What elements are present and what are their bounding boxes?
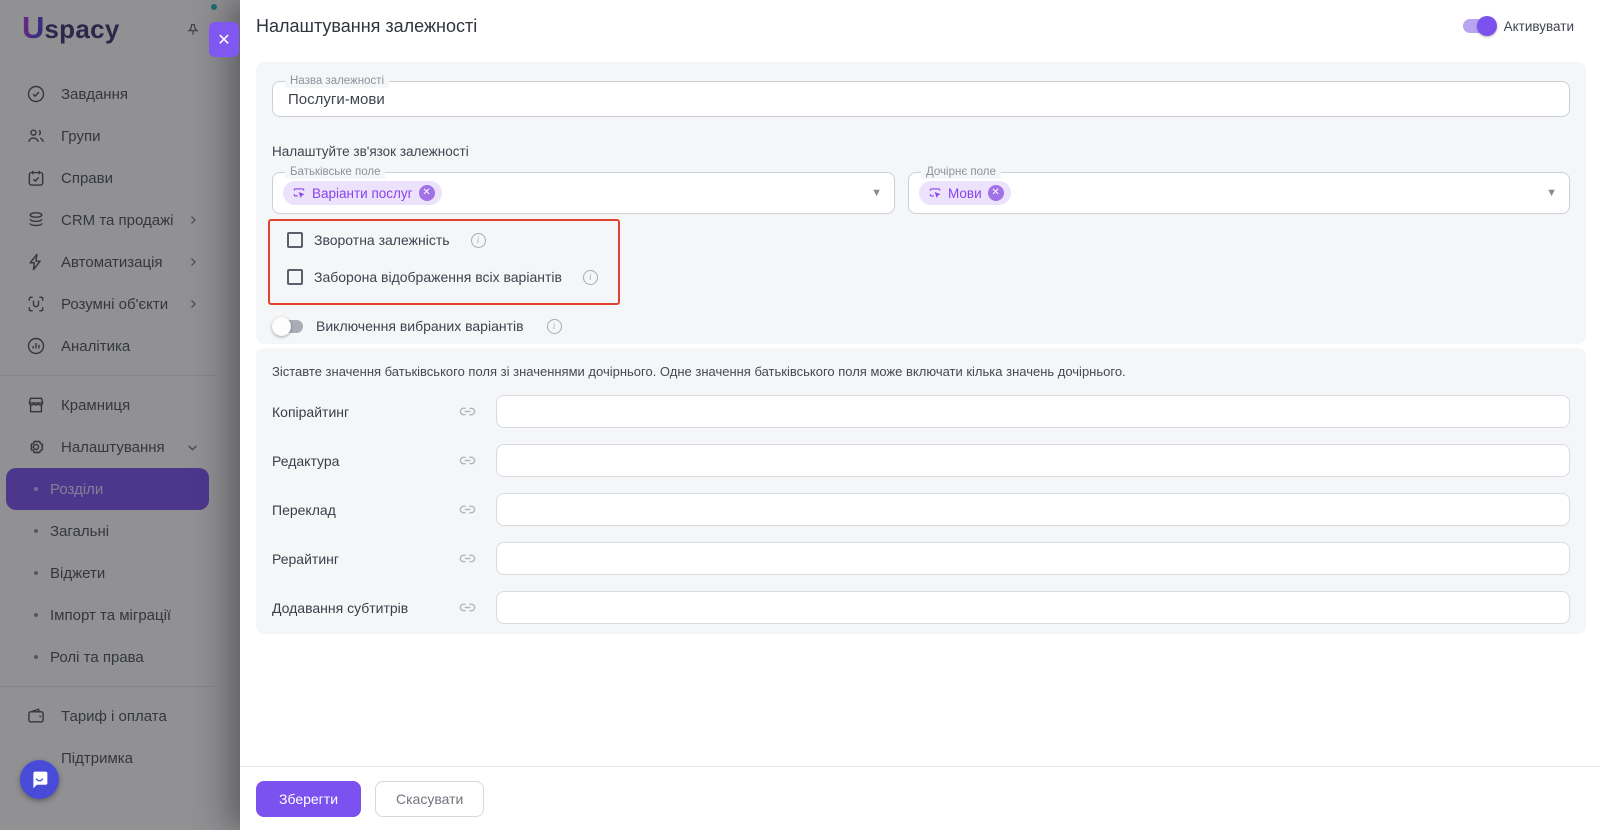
mapping-values-input[interactable] [496, 444, 1570, 477]
modal-backdrop[interactable] [0, 0, 240, 830]
info-icon[interactable]: i [546, 318, 562, 334]
support-chat-button[interactable] [20, 760, 59, 799]
mapping-row-translation: Переклад [272, 493, 1570, 526]
relation-fields-row: Батьківське поле Варіанти послуг ✕ ▼ Доч… [272, 165, 1570, 214]
activate-toggle-group[interactable]: Активувати [1462, 16, 1574, 36]
dependency-config-card: Назва залежності Послуги-мови Налаштуйте… [256, 62, 1586, 344]
mapping-row-label: Рерайтинг [272, 550, 339, 567]
switch-knob [1476, 16, 1497, 36]
info-icon[interactable]: i [582, 269, 598, 285]
mapping-row-subtitles: Додавання субтитрів [272, 591, 1570, 624]
activate-switch[interactable] [1462, 16, 1497, 36]
mapping-row-rewriting: Рерайтинг [272, 542, 1570, 575]
dependency-settings-panel: Налаштування залежності Активувати Назва… [240, 0, 1600, 830]
parent-field-label: Батьківське поле [285, 165, 386, 179]
reverse-dependency-checkbox[interactable] [287, 232, 303, 248]
mapping-values-input[interactable] [496, 591, 1570, 624]
mapping-row-label: Копірайтинг [272, 403, 350, 420]
child-field-select[interactable]: Дочірнє поле Мови ✕ ▼ [908, 165, 1570, 214]
exclude-selected-label: Виключення вибраних варіантів [316, 318, 524, 334]
mapping-row-label: Редактура [272, 452, 340, 469]
chip-remove-icon[interactable]: ✕ [418, 185, 435, 201]
dropdown-caret-icon: ▼ [871, 187, 882, 199]
activate-label: Активувати [1503, 18, 1574, 34]
mapping-values-input[interactable] [496, 493, 1570, 526]
panel-footer: Зберегти Скасувати [240, 766, 1600, 830]
forbid-all-variants-checkbox[interactable] [287, 269, 303, 285]
exclude-selected-option: Виключення вибраних варіантів i [272, 316, 1570, 336]
link-icon [458, 402, 478, 421]
value-mapping-card: Зіставте значення батьківського поля зі … [256, 348, 1586, 634]
dropdown-caret-icon: ▼ [1546, 187, 1557, 199]
dependency-name-value: Послуги-мови [288, 90, 385, 108]
field-type-icon [293, 188, 305, 199]
panel-header: Налаштування залежності Активувати [240, 0, 1600, 52]
mapping-row-label: Переклад [272, 501, 336, 518]
link-icon [458, 549, 478, 568]
mapping-values-input[interactable] [496, 395, 1570, 428]
field-type-icon [929, 188, 941, 199]
chat-bubble-icon [33, 771, 48, 789]
dependency-name-label: Назва залежності [285, 74, 390, 88]
child-chip-label: Мови [948, 185, 982, 201]
forbid-all-variants-label: Заборона відображення всіх варіантів [314, 269, 562, 285]
reverse-dependency-option: Зворотна залежність i [287, 232, 618, 248]
parent-field-select[interactable]: Батьківське поле Варіанти послуг ✕ ▼ [272, 165, 895, 214]
link-icon [458, 451, 478, 470]
relation-section-label: Налаштуйте зв'язок залежності [272, 144, 469, 159]
link-icon [458, 500, 478, 519]
parent-chip-label: Варіанти послуг [312, 185, 413, 201]
mapping-row-copywriting: Копірайтинг [272, 395, 1570, 428]
link-icon [458, 598, 478, 617]
child-field-label: Дочірнє поле [921, 165, 1001, 179]
close-icon: ✕ [217, 31, 231, 49]
cancel-button[interactable]: Скасувати [375, 780, 485, 817]
info-icon[interactable]: i [470, 232, 486, 248]
forbid-all-variants-option: Заборона відображення всіх варіантів i [287, 269, 618, 285]
switch-knob [272, 316, 291, 336]
save-button[interactable]: Зберегти [256, 780, 362, 817]
child-field-chip[interactable]: Мови ✕ [919, 181, 1011, 205]
dependency-name-field[interactable]: Назва залежності Послуги-мови [272, 74, 1570, 117]
close-button[interactable]: ✕ [209, 22, 239, 57]
screen: U spacy Завдання Групи Справи CRM та про… [0, 0, 1600, 830]
mapping-row-label: Додавання субтитрів [272, 599, 409, 616]
parent-field-chip[interactable]: Варіанти послуг ✕ [283, 181, 442, 205]
highlighted-options-box: Зворотна залежність i Заборона відображе… [268, 219, 620, 305]
mapping-instruction: Зіставте значення батьківського поля зі … [272, 364, 1126, 379]
chip-remove-icon[interactable]: ✕ [987, 185, 1004, 201]
reverse-dependency-label: Зворотна залежність [314, 232, 450, 248]
mapping-values-input[interactable] [496, 542, 1570, 575]
exclude-selected-switch[interactable] [272, 316, 303, 336]
page-title: Налаштування залежності [256, 15, 478, 36]
mapping-row-editing: Редактура [272, 444, 1570, 477]
